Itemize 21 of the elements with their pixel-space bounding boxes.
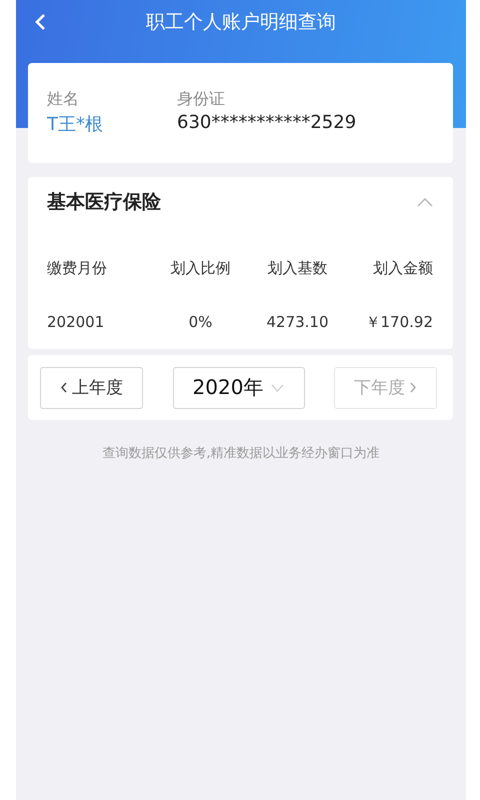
name-label: 姓名 — [47, 89, 79, 110]
table-cell-text: 202001 — [47, 312, 106, 333]
id-label: 身份证 — [177, 89, 225, 110]
id-number: 630***********2529 — [177, 112, 356, 135]
column-header: 划入金额 — [372, 258, 433, 278]
table-cell-text: ￥170.92 — [364, 312, 433, 332]
chevron-right-icon — [409, 381, 417, 394]
column-header: 缴费月份 — [47, 258, 108, 278]
section-title: 基本医疗保险 — [47, 190, 161, 215]
column-header: 划入比例 — [170, 258, 232, 278]
chevron-down-icon — [271, 384, 284, 392]
person-name: T王*根 — [47, 113, 103, 136]
disclaimer-text: 查询数据仅供参考,精准数据以业务经办窗口为准 — [102, 446, 380, 461]
page-title: 职工个人账户明细查询 — [146, 10, 336, 35]
year-dropdown[interactable]: 2020年 — [172, 366, 304, 408]
table-cell-text: 4273.10 — [265, 312, 330, 333]
previous-year-button[interactable]: 上年度 — [40, 366, 143, 408]
section-header[interactable]: 基本医疗保险 — [28, 177, 453, 227]
chevron-left-icon — [60, 381, 68, 394]
column-header: 划入基数 — [266, 258, 328, 278]
table-cell-text: 0% — [188, 312, 214, 333]
